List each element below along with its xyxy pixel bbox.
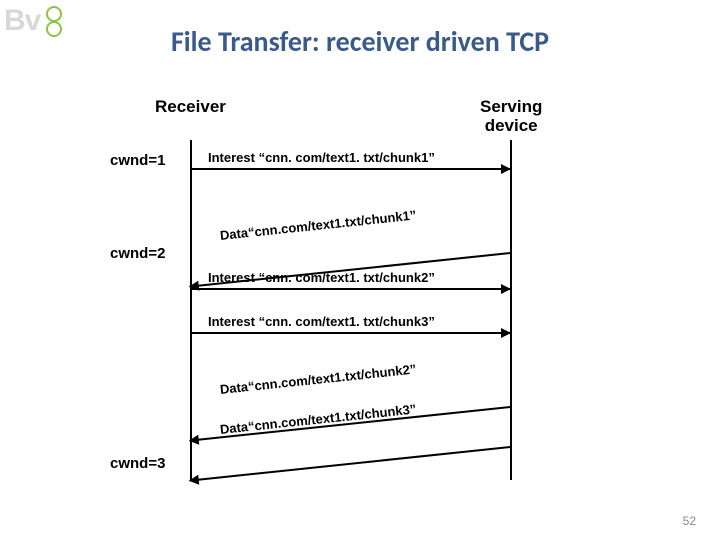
serving-device-header: Serving device (480, 98, 542, 135)
sequence-diagram: Receiver Serving device cwnd=1 cwnd=2 cw… (120, 90, 600, 500)
cwnd-label-1: cwnd=1 (110, 152, 165, 169)
arrow-interest-2 (190, 288, 510, 290)
serving-line2: device (485, 116, 538, 135)
msg-interest-3: Interest “cnn. com/text1. txt/chunk3” (208, 314, 435, 329)
arrow-interest-1 (190, 168, 510, 170)
page-number: 52 (683, 514, 696, 528)
cwnd-label-3: cwnd=3 (110, 455, 165, 472)
msg-interest-2: Interest “cnn. com/text1. txt/chunk2” (208, 270, 435, 285)
serving-lifeline (510, 140, 512, 480)
receiver-header: Receiver (155, 98, 226, 117)
slide-title: File Transfer: receiver driven TCP (0, 24, 720, 59)
serving-line1: Serving (480, 97, 542, 116)
cwnd-label-2: cwnd=2 (110, 245, 165, 262)
msg-interest-1: Interest “cnn. com/text1. txt/chunk1” (208, 150, 435, 165)
arrow-data-3 (190, 446, 510, 482)
msg-data-2: Data“cnn.com/text1.txt/chunk2” (219, 361, 417, 397)
msg-data-3: Data“cnn.com/text1.txt/chunk3” (219, 401, 417, 437)
msg-data-1: Data“cnn.com/text1.txt/chunk1” (219, 207, 417, 243)
arrow-interest-3 (190, 332, 510, 334)
receiver-lifeline (190, 140, 192, 480)
